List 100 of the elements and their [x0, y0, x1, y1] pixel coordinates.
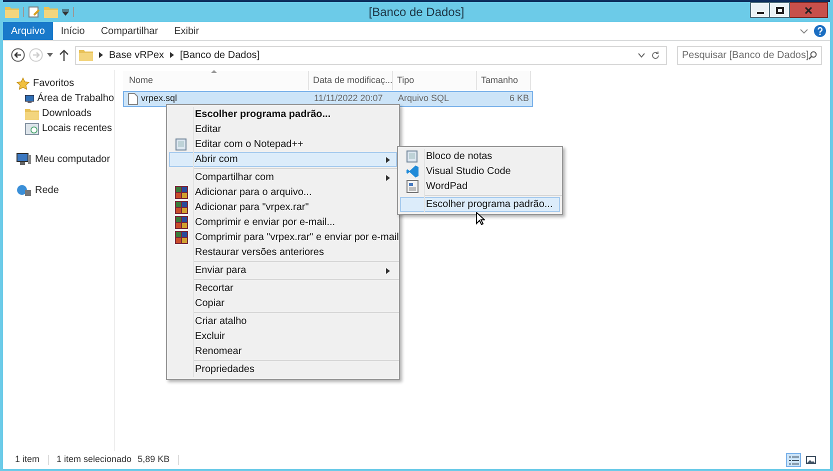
refresh-icon[interactable] — [651, 50, 660, 60]
minimize-button[interactable] — [750, 2, 770, 18]
menu-item-label: Propriedades — [194, 363, 256, 377]
menu-item[interactable]: Criar atalho — [169, 314, 397, 329]
up-arrow-icon[interactable] — [59, 49, 69, 61]
folder-icon — [5, 6, 19, 18]
menu-item-label: Editar com o Notepad++ — [194, 138, 304, 152]
dropdown-icon[interactable] — [47, 53, 53, 57]
books-icon — [174, 231, 188, 244]
column-header[interactable]: Tipo — [393, 71, 477, 90]
menu-item-label: Recortar — [194, 282, 234, 296]
table-cell-text: 11/11/2022 20:07 — [314, 92, 383, 106]
chevron-down-icon[interactable] — [638, 52, 645, 58]
menu-item[interactable]: Bloco de notas — [400, 149, 560, 164]
chevron-down-icon[interactable] — [800, 28, 808, 34]
menu-item[interactable]: Enviar para — [169, 263, 397, 278]
menu-item-label: Enviar para — [194, 264, 248, 278]
menu-item-label: Copiar — [194, 297, 226, 311]
search-field[interactable]: Pesquisar [Banco de Dados] — [677, 46, 822, 64]
menu-item-label: Comprimir para "vrpex.rar" e enviar por e-mail — [194, 231, 399, 245]
menu-item[interactable]: Copiar — [169, 296, 397, 311]
sidebar-item[interactable]: Favoritos — [3, 76, 114, 91]
menu-item-label: Editar — [194, 123, 222, 137]
ribbon-tab[interactable]: Arquivo — [3, 22, 53, 40]
menu-item[interactable]: Renomear — [169, 344, 397, 359]
menu-item[interactable]: Editar — [169, 122, 397, 137]
chevron-right-icon[interactable] — [99, 52, 103, 58]
menu-item[interactable]: Recortar — [169, 281, 397, 296]
menu-item[interactable]: Escolher programa padrão... — [400, 197, 560, 212]
sidebar-item[interactable]: Área de Trabalho — [3, 91, 114, 106]
computer-icon — [16, 153, 32, 166]
menu-item[interactable]: Propriedades — [169, 362, 397, 377]
sort-caret-icon — [211, 70, 217, 73]
menu-item-label: Compartilhar com — [194, 171, 275, 185]
menu-item[interactable]: Comprimir para "vrpex.rar" e enviar por e-mail — [169, 230, 397, 245]
thumbnails-view-button[interactable] — [803, 453, 818, 467]
image-icon — [806, 456, 816, 464]
menu-item[interactable]: Excluir — [169, 329, 397, 344]
folder-clock-icon — [25, 122, 39, 134]
window-title: [Banco de Dados] — [368, 4, 464, 21]
folder-icon — [44, 6, 58, 18]
selection-size: 5,89 KB — [138, 453, 170, 466]
close-icon — [805, 6, 812, 14]
vscode-icon — [406, 165, 418, 178]
sidebar-item[interactable]: Downloads — [3, 106, 114, 121]
column-header[interactable]: Data de modificaç... — [309, 71, 393, 90]
selection-info: 1 item selecionado — [56, 453, 132, 466]
menu-item[interactable]: WordPad — [400, 179, 560, 194]
menu-item-label: Visual Studio Code — [425, 165, 512, 179]
menu-item[interactable]: Adicionar para o arquivo... — [169, 185, 397, 200]
menu-item[interactable]: Visual Studio Code — [400, 164, 560, 179]
search-icon — [808, 50, 817, 60]
books-icon — [174, 201, 188, 214]
menu-item[interactable]: Comprimir e enviar por e-mail... — [169, 215, 397, 230]
folder-icon — [25, 108, 39, 120]
mouse-cursor-icon — [476, 212, 485, 225]
ribbon-tab[interactable]: Compartilhar — [92, 22, 166, 40]
sidebar-item[interactable]: Rede — [3, 183, 114, 198]
ribbon-tab[interactable]: Exibir — [166, 22, 208, 40]
menu-item[interactable]: Restaurar versões anteriores — [169, 245, 397, 260]
item-count: 1 item — [15, 453, 40, 466]
column-header[interactable]: Nome — [123, 71, 309, 90]
menu-item[interactable]: Abrir com — [169, 152, 397, 167]
menu-item-label: Renomear — [194, 345, 243, 359]
menu-item[interactable]: Escolher programa padrão... — [169, 107, 397, 122]
properties-icon[interactable] — [28, 6, 40, 18]
minimize-icon — [756, 12, 764, 14]
sidebar-item[interactable]: Meu computador — [3, 152, 114, 167]
help-icon[interactable] — [814, 25, 826, 37]
close-button[interactable] — [790, 2, 828, 18]
menu-item-label: Escolher programa padrão... — [194, 108, 332, 122]
menu-item-label: Criar atalho — [194, 315, 248, 329]
menu-item[interactable]: Editar com o Notepad++ — [169, 137, 397, 152]
menu-item[interactable]: Adicionar para "vrpex.rar" — [169, 200, 397, 215]
menu-item-label: Comprimir e enviar por e-mail... — [194, 216, 336, 230]
list-icon — [788, 456, 798, 464]
menu-item-label: Adicionar para o arquivo... — [194, 186, 313, 200]
chevron-right-icon[interactable] — [170, 52, 174, 58]
table-cell-text: 6 KB — [509, 92, 529, 106]
details-view-button[interactable] — [786, 453, 801, 467]
table-cell-text: vrpex.sql — [141, 92, 178, 106]
wordpad-icon — [406, 180, 418, 193]
maximize-icon — [776, 6, 784, 14]
address-bar[interactable]: Base vRPex [Banco de Dados] — [75, 46, 667, 64]
folder-icon — [79, 49, 93, 61]
breadcrumb[interactable]: [Banco de Dados] — [180, 48, 260, 62]
sidebar-item[interactable]: Locais recentes — [3, 121, 114, 136]
file-icon — [128, 93, 138, 105]
network-icon — [16, 184, 32, 197]
breadcrumb[interactable]: Base vRPex — [109, 48, 164, 62]
ribbon-tab[interactable]: Início — [52, 22, 93, 40]
dropdown-icon[interactable] — [62, 8, 69, 16]
menu-item-label: Excluir — [194, 330, 226, 344]
maximize-button[interactable] — [770, 2, 790, 18]
menu-item[interactable]: Compartilhar com — [169, 170, 397, 185]
menu-item-label: Abrir com — [194, 153, 239, 167]
back-icon[interactable] — [11, 48, 25, 62]
desktop-icon — [25, 92, 34, 104]
column-header[interactable]: Tamanho — [477, 71, 531, 90]
menu-item-label: Bloco de notas — [425, 150, 494, 164]
